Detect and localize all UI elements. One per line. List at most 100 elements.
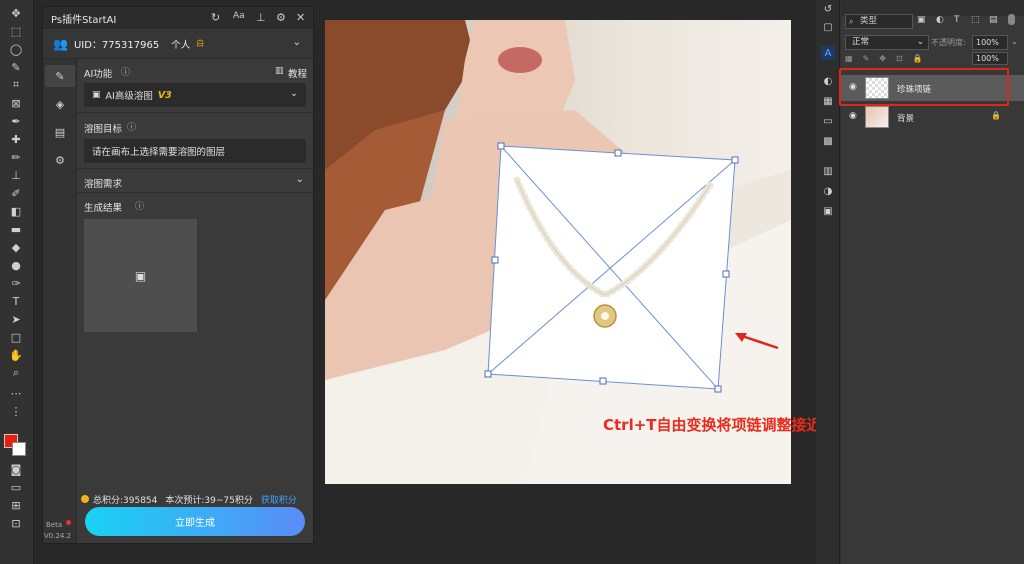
edit-toolbar-icon[interactable]: ⋮	[6, 402, 26, 420]
generate-button[interactable]: 立即生成	[85, 507, 305, 536]
ai-function-label: AI功能	[84, 69, 113, 80]
swatches-icon[interactable]: ▦	[821, 94, 835, 108]
blur-tool-icon[interactable]: ◆	[6, 238, 26, 256]
move-tool-icon[interactable]: ✥	[6, 4, 26, 22]
blend-requirement-label: 溶图需求	[84, 179, 123, 190]
image-placeholder-icon: ▣	[134, 268, 147, 283]
layer-filter-select[interactable]: ⌕ 类型	[845, 14, 913, 29]
more-tools-icon[interactable]: ⋯	[6, 384, 26, 402]
background-color-swatch[interactable]	[12, 442, 26, 456]
history-icon[interactable]: ↺	[821, 2, 835, 16]
selected-function: AI高级溶图	[105, 91, 153, 102]
chevron-down-icon[interactable]: ⌄	[293, 37, 301, 48]
quick-mask-icon[interactable]: ◙	[6, 460, 26, 478]
lock-options: ▦ ✎ ✥ ⊡ 🔒	[845, 54, 923, 63]
estimated-points: 本次预计:39~75积分	[165, 495, 253, 506]
plugin-main: AI功能 ⓘ ▥ 教程 ▣ AI高级溶图 V3 ⌄ 溶图目标 ⓘ 请在画布上选择…	[77, 59, 313, 543]
chevron-down-icon[interactable]: ⌄	[1011, 37, 1018, 46]
function-version: V3	[157, 89, 172, 101]
filter-adjust-icon[interactable]: ◐	[936, 15, 944, 25]
extra-tool-icon[interactable]: ⊞	[6, 496, 26, 514]
edit-pen-icon[interactable]: ✎	[53, 69, 67, 83]
document-icon[interactable]: ▤	[53, 125, 67, 139]
type-tool-icon[interactable]: T	[6, 292, 26, 310]
users-icon: 👥	[53, 36, 68, 51]
tutorial-link[interactable]: 教程	[288, 66, 307, 80]
lock-transparency-icon[interactable]: ▦	[845, 54, 853, 63]
info-icon[interactable]: ⓘ	[121, 65, 130, 78]
function-select[interactable]: ▣ AI高级溶图 V3 ⌄	[84, 83, 306, 107]
ai-function-section: AI功能 ⓘ ▥ 教程 ▣ AI高级溶图 V3 ⌄	[77, 59, 313, 113]
libraries-icon[interactable]: ▥	[821, 164, 835, 178]
pin-icon[interactable]: ⊥	[256, 11, 266, 24]
dodge-tool-icon[interactable]: ●	[6, 256, 26, 274]
info-icon[interactable]: ⓘ	[135, 199, 144, 212]
marquee-tool-icon[interactable]: ⬚	[6, 22, 26, 40]
version-label: V0.24.2	[44, 532, 72, 540]
adjustments-icon[interactable]: ◑	[821, 184, 835, 198]
lock-all-icon[interactable]: 🔒	[913, 54, 923, 63]
pen-tool-icon[interactable]: ✑	[6, 274, 26, 292]
frame-tool-icon[interactable]: ⊠	[6, 94, 26, 112]
refresh-icon[interactable]: ↻	[211, 11, 220, 24]
account-type: 个人	[171, 39, 191, 51]
layer-name[interactable]: 背景	[897, 112, 914, 124]
filter-shape-icon[interactable]: ⬚	[971, 15, 980, 25]
history-brush-tool-icon[interactable]: ✐	[6, 184, 26, 202]
startai-plugin-panel: Ps插件StartAI ↻ Aa ⊥ ⚙ ✕ 👥 UID：775317965 个…	[42, 6, 314, 544]
plugin-title: Ps插件StartAI	[51, 14, 117, 26]
font-size-icon[interactable]: Aa	[233, 11, 245, 21]
plugin-tool-icon[interactable]: ⊡	[6, 514, 26, 532]
blend-mode-select[interactable]: 正常 ⌄	[845, 35, 929, 50]
settings-gear-icon[interactable]: ⚙	[53, 153, 67, 167]
crop-tool-icon[interactable]: ⌗	[6, 76, 26, 94]
image-icon: ▣	[92, 90, 101, 100]
filter-toggle-icon[interactable]	[1008, 14, 1015, 25]
lock-pixels-icon[interactable]: ✎	[863, 54, 870, 63]
result-preview: ▣	[84, 219, 197, 332]
path-select-tool-icon[interactable]: ➤	[6, 310, 26, 328]
result-label: 生成结果	[84, 203, 123, 214]
settings-icon[interactable]: ⚙	[276, 11, 286, 24]
lock-artboard-icon[interactable]: ⊡	[896, 54, 903, 63]
lock-position-icon[interactable]: ✥	[879, 54, 886, 63]
properties-icon[interactable]: ▣	[821, 204, 835, 218]
book-icon: ▥	[275, 66, 284, 76]
get-points-link[interactable]: 获取积分	[261, 493, 297, 506]
gradients-icon[interactable]: ▭	[821, 114, 835, 128]
hand-tool-icon[interactable]: ✋	[6, 346, 26, 364]
layers-icon[interactable]: ◈	[53, 97, 67, 111]
lasso-tool-icon[interactable]: ◯	[6, 40, 26, 58]
clone-stamp-tool-icon[interactable]: ⊥	[6, 166, 26, 184]
eyedropper-tool-icon[interactable]: ✒	[6, 112, 26, 130]
annotation-arrow	[735, 333, 779, 350]
color-icon[interactable]: ◐	[821, 74, 835, 88]
blend-target-field[interactable]: 请在画布上选择需要溶图的图层	[84, 139, 306, 163]
comment-icon[interactable]: ▢	[821, 20, 835, 34]
plugin-title-bar: Ps插件StartAI ↻ Aa ⊥ ⚙ ✕	[43, 7, 313, 29]
visibility-eye-icon[interactable]: ◉	[849, 111, 857, 121]
brush-tool-icon[interactable]: ✏	[6, 148, 26, 166]
layer-thumbnail	[865, 106, 889, 128]
account-bar[interactable]: 👥 UID：775317965 个人 白 ⌄	[43, 29, 313, 59]
startai-logo-icon[interactable]: A	[821, 46, 835, 60]
layer-filter-type: 类型	[860, 16, 878, 26]
layer-row-background[interactable]: ◉ 背景 🔒	[841, 104, 1024, 130]
opacity-input[interactable]: 100%	[972, 35, 1008, 50]
healing-brush-tool-icon[interactable]: ✚	[6, 130, 26, 148]
filter-smart-icon[interactable]: ▤	[989, 15, 998, 25]
blend-requirement-section[interactable]: 溶图需求 ⌄	[77, 169, 313, 193]
info-icon[interactable]: ⓘ	[127, 120, 136, 133]
rectangle-tool-icon[interactable]: □	[6, 328, 26, 346]
screen-mode-icon[interactable]: ▭	[6, 478, 26, 496]
filter-pixel-icon[interactable]: ▣	[917, 15, 926, 25]
chevron-down-icon: ⌄	[916, 37, 924, 47]
quick-select-tool-icon[interactable]: ✎	[6, 58, 26, 76]
eraser-tool-icon[interactable]: ◧	[6, 202, 26, 220]
filter-type-icon[interactable]: T	[954, 15, 960, 25]
fill-input[interactable]: 100%	[972, 52, 1008, 65]
zoom-tool-icon[interactable]: ⌕	[6, 364, 26, 382]
close-icon[interactable]: ✕	[296, 11, 305, 24]
patterns-icon[interactable]: ▩	[821, 134, 835, 148]
gradient-tool-icon[interactable]: ▬	[6, 220, 26, 238]
